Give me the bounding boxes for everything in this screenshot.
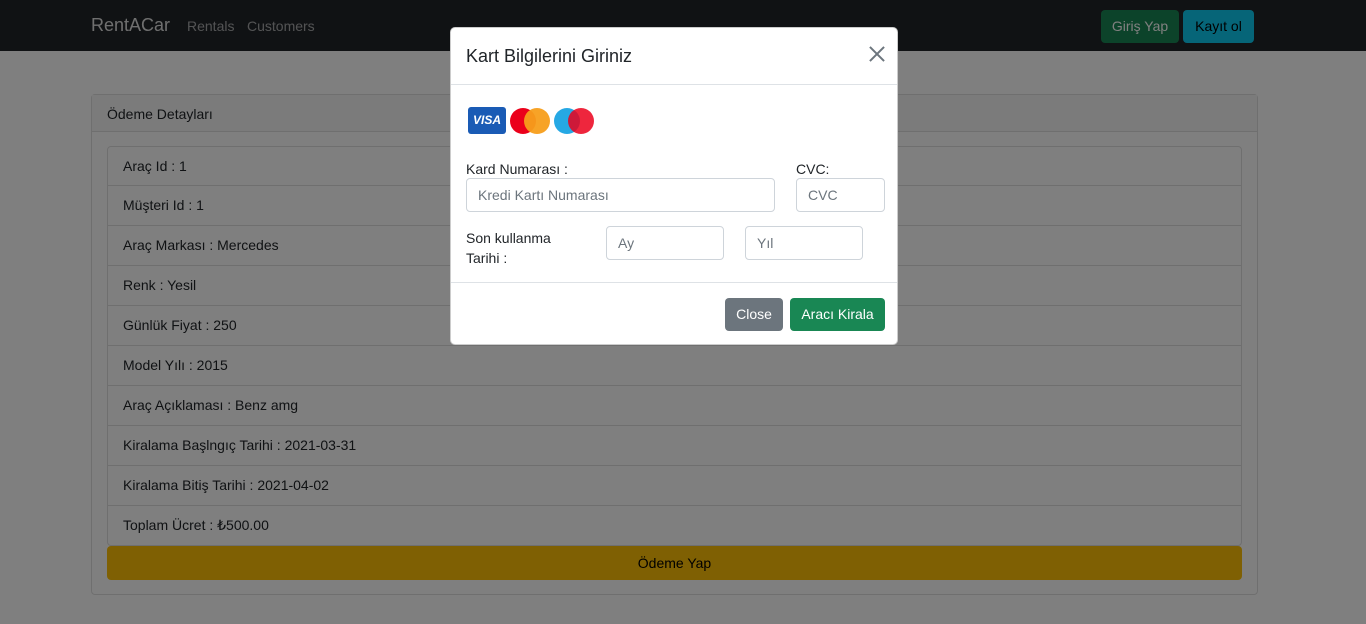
- maestro-logo-icon: [554, 108, 596, 134]
- month-input[interactable]: [606, 226, 724, 260]
- card-number-input[interactable]: [466, 178, 775, 212]
- rent-car-button[interactable]: Aracı Kirala: [790, 298, 885, 331]
- card-info-modal: Kart Bilgilerini Giriniz VISA Kard Numar…: [450, 27, 898, 345]
- close-icon[interactable]: [867, 44, 887, 64]
- cvc-label: CVC:: [796, 161, 830, 177]
- modal-footer: Close Aracı Kirala: [451, 282, 897, 346]
- modal-header: Kart Bilgilerini Giriniz: [451, 28, 897, 85]
- expiry-label-line1: Son kullanma: [466, 230, 551, 246]
- expiry-label-line2: Tarihi :: [466, 250, 508, 266]
- year-input[interactable]: [745, 226, 863, 260]
- mastercard-logo-icon: [510, 108, 552, 134]
- card-number-label: Kard Numarası :: [466, 161, 568, 177]
- visa-logo-icon: VISA: [468, 107, 506, 134]
- close-button[interactable]: Close: [725, 298, 783, 331]
- modal-title: Kart Bilgilerini Giriniz: [466, 46, 633, 66]
- cvc-input[interactable]: [796, 178, 885, 212]
